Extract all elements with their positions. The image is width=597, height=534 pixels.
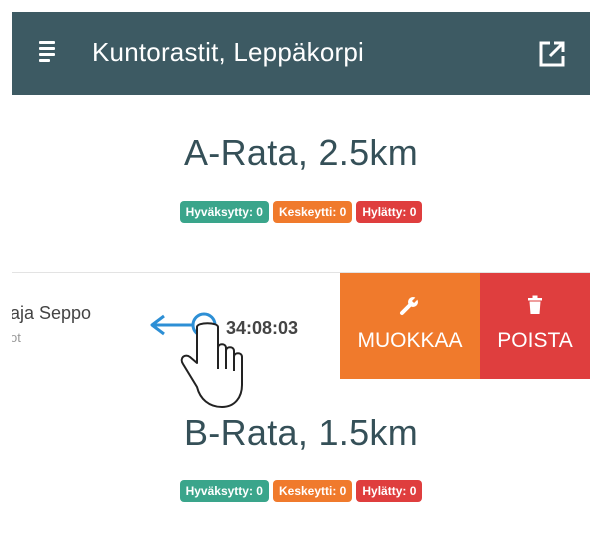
interrupted-badge: Keskeytti: 0 [272, 201, 353, 223]
trash-icon [527, 295, 543, 320]
edit-button-label: MUOKKAA [357, 329, 463, 352]
open-in-new-icon[interactable] [536, 38, 568, 70]
course-title-a: A-Rata, 2.5km [184, 132, 418, 173]
swipe-gesture-icon [150, 312, 243, 408]
course-a-badges: Hyväksytty: 0 Keskeytti: 0 Hylätty: 0 [12, 201, 590, 223]
result-row[interactable]: aja Seppo ot 34:08:03 MUOKKAA POISTA [12, 272, 590, 408]
app-frame: Kuntorastit, Leppäkorpi A-Rata, 2.5km Hy… [12, 12, 590, 532]
interrupted-badge: Keskeytti: 0 [272, 480, 353, 502]
delete-button[interactable]: POISTA [480, 273, 590, 379]
rejected-badge: Hylätty: 0 [356, 201, 423, 223]
rejected-badge: Hylätty: 0 [356, 480, 423, 502]
accepted-badge: Hyväksytty: 0 [179, 201, 269, 223]
course-b-badges: Hyväksytty: 0 Keskeytti: 0 Hylätty: 0 [12, 480, 590, 502]
app-bar: Kuntorastit, Leppäkorpi [12, 12, 590, 95]
runner-name: aja Seppo [12, 303, 92, 323]
menu-icon[interactable] [39, 41, 61, 63]
course-title-b: B-Rata, 1.5km [184, 412, 418, 453]
runner-club: ot [12, 330, 21, 345]
accepted-badge: Hyväksytty: 0 [179, 480, 269, 502]
edit-button[interactable]: MUOKKAA [340, 273, 480, 379]
delete-button-label: POISTA [497, 329, 573, 352]
app-title: Kuntorastit, Leppäkorpi [92, 37, 364, 67]
wrench-icon [399, 295, 421, 322]
